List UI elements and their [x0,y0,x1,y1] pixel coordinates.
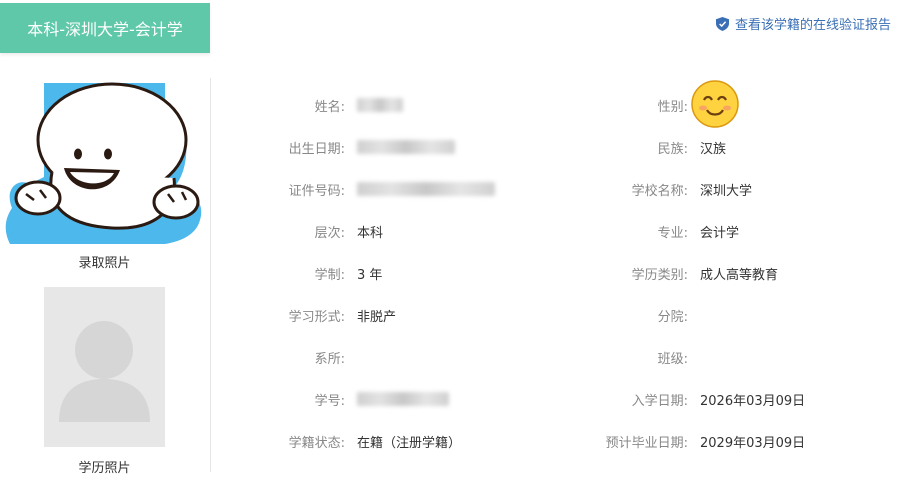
record-tab-title[interactable]: 本科-深圳大学-会计学 [0,3,210,53]
field-gender: 性别: [0,95,700,115]
ethnicity-value: 汉族 [700,141,727,157]
field-school: 学校名称: 深圳大学 [0,179,752,199]
branch-label: 分院: [657,309,688,325]
education-type-value: 成人高等教育 [700,267,779,283]
school-value: 深圳大学 [700,183,753,199]
school-label: 学校名称: [631,183,688,199]
field-branch: 分院: [0,305,700,325]
field-class: 班级: [0,347,700,367]
major-value: 会计学 [700,225,740,241]
verify-link-label: 查看该学籍的在线验证报告 [734,18,891,33]
field-ethnicity: 民族: 汉族 [0,137,726,157]
class-label: 班级: [657,351,688,367]
field-graduation-date: 预计毕业日期: 2029年03月09日 [0,431,806,451]
enroll-date-value: 2026年03月09日 [700,393,806,409]
shield-check-icon [715,16,729,31]
education-type-label: 学历类别: [631,267,688,283]
field-major: 专业: 会计学 [0,221,739,241]
enroll-date-label: 入学日期: [631,393,688,409]
field-education-type: 学历类别: 成人高等教育 [0,263,778,283]
ethnicity-label: 民族: [657,141,688,157]
gender-label: 性别: [657,99,688,115]
smiley-emoji-icon [691,80,739,128]
field-enroll-date: 入学日期: 2026年03月09日 [0,389,806,409]
graduation-date-value: 2029年03月09日 [700,435,806,451]
major-label: 专业: [657,225,688,241]
online-verification-report-link[interactable]: 查看该学籍的在线验证报告 [715,14,891,33]
graduation-date-label: 预计毕业日期: [605,435,688,451]
education-photo-label: 学历照片 [78,461,131,476]
